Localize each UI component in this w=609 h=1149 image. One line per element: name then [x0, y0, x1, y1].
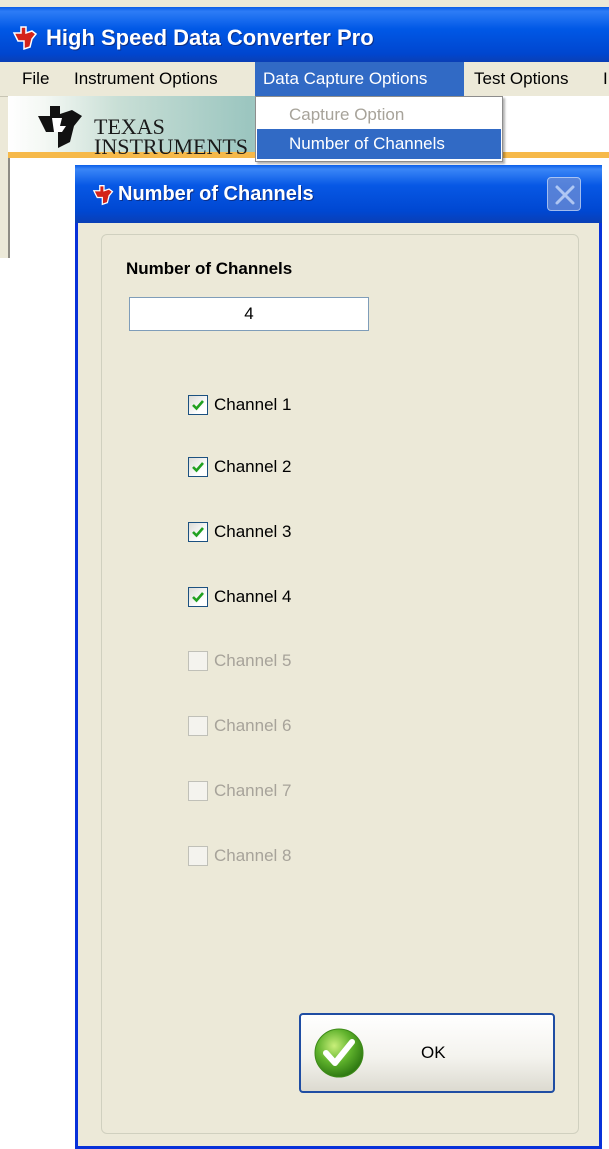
ok-button[interactable]: OK — [299, 1013, 555, 1093]
dialog-title: Number of Channels — [118, 183, 314, 205]
channel-label: Channel 8 — [214, 846, 292, 865]
ok-check-icon — [314, 1028, 364, 1078]
ti-logo-icon — [38, 106, 82, 148]
number-of-channels-label: Number of Channels — [126, 259, 293, 278]
checkbox-box[interactable] — [188, 587, 208, 607]
number-of-channels-dialog: Number of Channels Number of Channels 4 … — [75, 165, 602, 1149]
checkbox-box — [188, 781, 208, 801]
dialog-title-bar[interactable]: Number of Channels — [75, 165, 602, 223]
checkmark-icon — [192, 400, 204, 411]
checkbox-box — [188, 651, 208, 671]
app-icon — [12, 26, 38, 51]
menubar: File Instrument Options Data Capture Opt… — [0, 62, 609, 97]
close-button[interactable] — [547, 177, 581, 211]
channel-label: Channel 1 — [214, 395, 292, 414]
channel-label: Channel 4 — [214, 587, 292, 606]
channel-label: Channel 6 — [214, 716, 292, 735]
data-capture-dropdown: Capture Option Number of Channels — [255, 96, 503, 162]
checkbox-box[interactable] — [188, 395, 208, 415]
checkmark-icon — [192, 527, 204, 538]
checkbox-box — [188, 716, 208, 736]
dropdown-item-number-of-channels[interactable]: Number of Channels — [257, 129, 501, 159]
channel-label: Channel 2 — [214, 457, 292, 476]
channel-label: Channel 5 — [214, 651, 292, 670]
menu-truncated[interactable]: I — [595, 62, 609, 96]
checkmark-icon — [192, 462, 204, 473]
ok-label: OK — [421, 1043, 446, 1062]
dropdown-item-capture-option[interactable]: Capture Option — [257, 100, 501, 130]
checkbox-box[interactable] — [188, 522, 208, 542]
app-title: High Speed Data Converter Pro — [46, 25, 374, 50]
menu-data-capture-options[interactable]: Data Capture Options — [255, 62, 464, 96]
checkmark-icon — [192, 592, 204, 603]
number-of-channels-input[interactable]: 4 — [129, 297, 369, 331]
main-title-bar[interactable]: High Speed Data Converter Pro — [0, 7, 609, 62]
menu-file[interactable]: File — [14, 62, 57, 96]
menu-instrument-options[interactable]: Instrument Options — [66, 62, 226, 96]
checkbox-box[interactable] — [188, 457, 208, 477]
channels-group — [101, 234, 579, 1134]
channel-label: Channel 3 — [214, 522, 292, 541]
app-icon — [92, 185, 114, 206]
brand-line2: INSTRUMENTS — [94, 134, 249, 158]
channel-label: Channel 7 — [214, 781, 292, 800]
close-icon — [555, 185, 575, 205]
checkbox-box — [188, 846, 208, 866]
menu-test-options[interactable]: Test Options — [466, 62, 577, 96]
